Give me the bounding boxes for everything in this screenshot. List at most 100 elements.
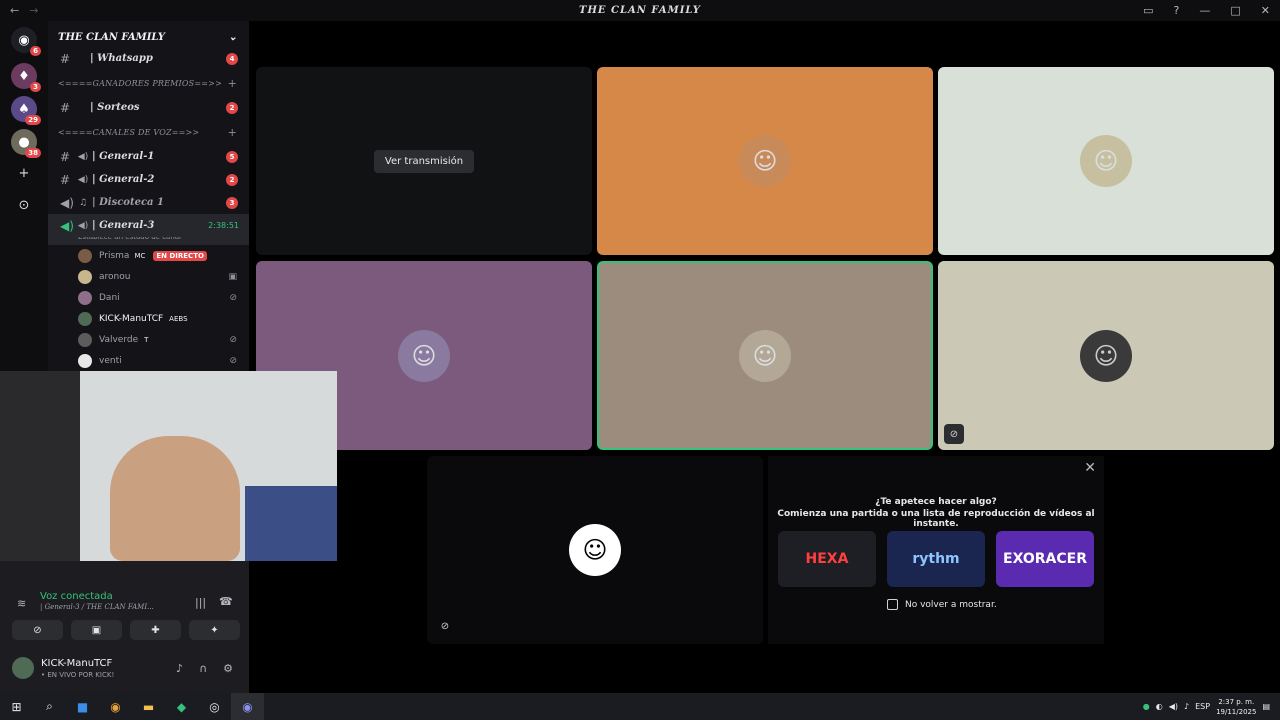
- inbox-icon[interactable]: ▭: [1143, 4, 1153, 17]
- add-channel-icon[interactable]: +: [228, 126, 237, 139]
- checkbox[interactable]: [887, 599, 898, 610]
- user-tag: MC: [134, 251, 146, 260]
- channel-general-2[interactable]: # ◀) | General-2 2: [48, 168, 249, 191]
- muted-mic-icon: ⊘: [440, 620, 450, 632]
- channel-sorteos[interactable]: # | Sorteos 2: [48, 96, 249, 119]
- voice-user[interactable]: venti ⊘: [48, 350, 249, 371]
- user-tile[interactable]: ☺ ⊘: [938, 261, 1274, 450]
- category-ganadores[interactable]: <====GANADORES PREMIOS==>> +: [48, 70, 249, 96]
- checkbox-label: No volver a mostrar.: [905, 599, 997, 610]
- server-badge: 29: [25, 115, 41, 125]
- dont-show-checkbox[interactable]: No volver a mostrar.: [887, 599, 997, 610]
- dm-home-icon[interactable]: ◉ 6: [11, 27, 41, 56]
- voice-user[interactable]: Prisma MC EN DIRECTO: [48, 245, 249, 266]
- user-tile-speaking[interactable]: ☺: [597, 261, 933, 450]
- windows-start-icon[interactable]: ⊞: [0, 693, 33, 720]
- channel-discoteca[interactable]: ◀) ♫ | Discoteca 1 3: [48, 191, 249, 214]
- discord-icon[interactable]: ◉: [231, 693, 264, 720]
- outlook-icon[interactable]: ■: [66, 693, 99, 720]
- user-tile[interactable]: ☺: [597, 67, 933, 255]
- taskbar: ⊞ ⌕ ■ ◉ ▬ ◆ ◎ ◉ ● ◐ ◀) ♪ ESP 2:37 p. m. 1…: [0, 693, 1280, 720]
- file-explorer-icon[interactable]: ▬: [132, 693, 165, 720]
- microphone-icon[interactable]: ♪: [176, 662, 183, 675]
- user-name: aronou: [99, 271, 131, 282]
- screen-share-icon: ▣: [228, 271, 237, 282]
- unread-badge: 2: [226, 101, 238, 114]
- help-icon[interactable]: ?: [1174, 4, 1180, 17]
- watch-stream-button[interactable]: Ver transmisión: [373, 149, 475, 173]
- activities-button[interactable]: ✚: [130, 620, 181, 640]
- category-name: <====CANALES DE VOZ==>>: [58, 127, 200, 137]
- chrome-icon[interactable]: ◉: [99, 693, 132, 720]
- server-icon-3[interactable]: ● 38: [11, 129, 41, 158]
- notifications-icon[interactable]: ▤: [1262, 702, 1270, 711]
- voice-user[interactable]: KICK-ManuTCF AEBS: [48, 308, 249, 329]
- tray-icon[interactable]: ●: [1143, 702, 1150, 711]
- voice-user[interactable]: Valverde T ⊘: [48, 329, 249, 350]
- avatar: [78, 269, 92, 284]
- hash-icon: #: [60, 149, 71, 164]
- game-card-exoracer[interactable]: EXORACER: [996, 531, 1094, 587]
- channel-whatsapp[interactable]: # | Whatsapp 4: [48, 47, 249, 70]
- search-icon[interactable]: ⌕: [33, 693, 66, 720]
- channel-name: | General-3: [92, 220, 155, 231]
- server-icon-2[interactable]: ♠ 29: [11, 96, 41, 125]
- channel-general-3[interactable]: ◀) ◀) | General-3 2:38:51: [48, 214, 249, 237]
- settings-gear-icon[interactable]: ⚙: [223, 662, 233, 675]
- channel-name: | Sorteos: [90, 102, 140, 113]
- server-badge: 38: [25, 148, 41, 158]
- user-name: Valverde: [99, 334, 139, 345]
- avatar: ☺: [569, 524, 621, 576]
- clock[interactable]: 2:37 p. m. 19/11/2025: [1216, 697, 1256, 717]
- muted-mic-icon: ⊘: [944, 424, 964, 444]
- muted-mic-icon: ⊘: [229, 355, 237, 366]
- user-name: KICK-ManuTCF: [41, 657, 113, 669]
- speaker-icon: ◀): [60, 218, 74, 233]
- stream-tile[interactable]: Ver transmisión: [256, 67, 592, 255]
- channel-general-1[interactable]: # ◀) | General-1 5: [48, 145, 249, 168]
- voice-user[interactable]: aronou ▣: [48, 266, 249, 287]
- close-window-icon[interactable]: ✕: [1261, 4, 1270, 17]
- window-title: THE CLAN FAMILY: [579, 5, 701, 16]
- webcam-person: [110, 436, 240, 561]
- soundboard-button[interactable]: ✦: [189, 620, 240, 640]
- server-icon-1[interactable]: ♦ 3: [11, 63, 41, 92]
- category-voz[interactable]: <====CANALES DE VOZ==>> +: [48, 119, 249, 145]
- screen-share-button[interactable]: ▣: [71, 620, 122, 640]
- user-area[interactable]: KICK-ManuTCF • EN VIVO POR KICK!: [12, 657, 114, 679]
- game-card-rythm[interactable]: rythm: [887, 531, 985, 587]
- volume-icon[interactable]: ◀): [1169, 702, 1178, 711]
- add-server-icon[interactable]: +: [11, 160, 37, 186]
- network-icon[interactable]: ◐: [1156, 702, 1163, 711]
- maximize-icon[interactable]: □: [1230, 4, 1240, 17]
- hash-icon: #: [60, 100, 71, 115]
- disconnect-icon[interactable]: ☎: [219, 595, 233, 608]
- discover-icon[interactable]: ⊙: [11, 192, 37, 218]
- game-card-hexa[interactable]: HEXA: [778, 531, 876, 587]
- headphones-icon[interactable]: ∩: [199, 662, 207, 675]
- clock-date: 19/11/2025: [1216, 707, 1257, 716]
- noise-icon[interactable]: |||: [195, 596, 206, 609]
- user-tile[interactable]: ☺ ⊘: [427, 456, 763, 644]
- voice-user[interactable]: Dani ⊘: [48, 287, 249, 308]
- minimize-icon[interactable]: —: [1199, 4, 1210, 17]
- user-tile[interactable]: ☺: [938, 67, 1274, 255]
- activity-suggestion: ✕ ¿Te apetece hacer algo? Comienza una p…: [768, 456, 1104, 644]
- close-icon[interactable]: ✕: [1084, 460, 1096, 476]
- avatar: [78, 290, 92, 305]
- add-channel-icon[interactable]: +: [228, 77, 237, 90]
- voice-status[interactable]: Voz conectada: [40, 591, 113, 602]
- language-indicator[interactable]: ESP: [1195, 702, 1210, 711]
- voice-channel[interactable]: | General-3 / THE CLAN FAMI...: [40, 603, 154, 611]
- muted-mic-icon: ⊘: [229, 334, 237, 345]
- server-badge: 3: [30, 82, 41, 92]
- video-stage: Ver transmisión ☺ ☺ ☺ ☺ ☺ ⊘ ☺ ⊘: [249, 21, 1280, 693]
- app-icon[interactable]: ◆: [165, 693, 198, 720]
- microphone-icon[interactable]: ♪: [1184, 702, 1189, 711]
- avatar: [12, 657, 34, 679]
- camera-off-button[interactable]: ⊘: [12, 620, 63, 640]
- user-name: KICK-ManuTCF: [99, 313, 164, 324]
- obs-icon[interactable]: ◎: [198, 693, 231, 720]
- speaker-icon: ◀): [60, 195, 74, 210]
- user-name: Prisma: [99, 250, 130, 261]
